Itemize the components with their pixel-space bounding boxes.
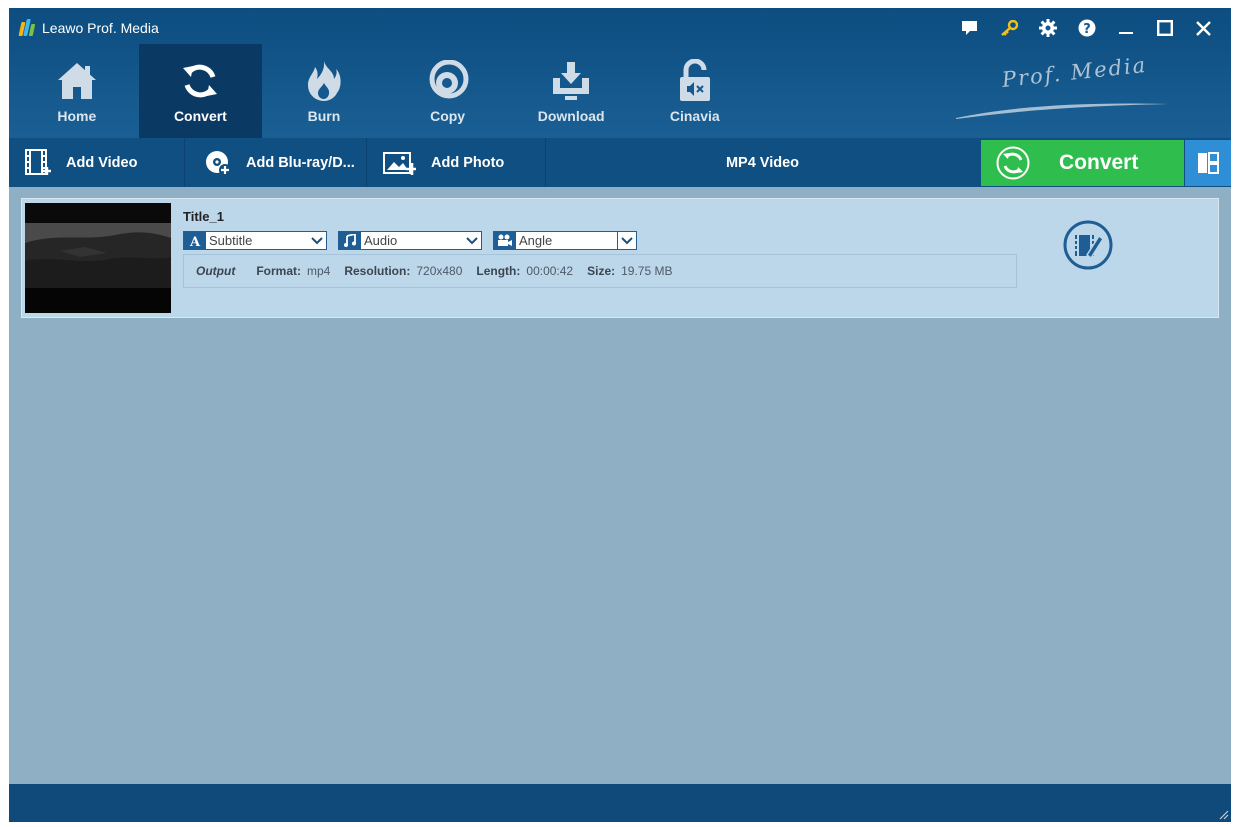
home-icon: [54, 58, 100, 104]
settings-gear-icon[interactable]: [1028, 14, 1067, 42]
svg-text:?: ?: [1083, 22, 1091, 37]
feedback-icon[interactable]: [950, 14, 989, 42]
resolution-key: Resolution:: [344, 264, 411, 278]
nav-copy[interactable]: Copy: [386, 44, 510, 138]
audio-select[interactable]: Audio: [338, 231, 482, 250]
minimize-icon[interactable]: [1106, 14, 1145, 42]
subtitle-select-value: Subtitle: [209, 233, 253, 248]
file-item[interactable]: Title_1 A Subtitle Audio Angle Output Fo…: [21, 198, 1219, 318]
brand-logo: Prof. Media: [954, 53, 1169, 128]
key-icon[interactable]: [989, 14, 1028, 42]
nav-convert-label: Convert: [173, 108, 227, 124]
format-value: mp4: [307, 264, 331, 278]
burn-icon: [304, 58, 344, 104]
status-bar: [9, 784, 1231, 822]
edit-video-icon: [1063, 220, 1113, 270]
resize-grip-icon[interactable]: [1217, 808, 1229, 820]
output-info: Output Format: mp4 Resolution: 720x480 L…: [183, 254, 1017, 288]
video-thumbnail[interactable]: [25, 203, 171, 313]
main-nav: Home Convert Burn Copy Download Cinavia: [15, 44, 757, 138]
convert-label: Convert: [1059, 151, 1139, 174]
add-photo-label: Add Photo: [431, 154, 505, 171]
add-disc-icon: [206, 150, 231, 176]
edit-video-button[interactable]: [1062, 219, 1114, 276]
angle-select[interactable]: Angle: [493, 231, 637, 250]
nav-cinavia-label: Cinavia: [669, 108, 720, 124]
layout-toggle-button[interactable]: [1185, 140, 1231, 186]
subtitle-select[interactable]: A Subtitle: [183, 231, 327, 250]
resolution-value: 720x480: [416, 264, 463, 278]
format-key: Format:: [256, 264, 301, 278]
subtitle-icon: A: [184, 232, 206, 249]
layout-icon: [1198, 152, 1219, 174]
add-bluray-button[interactable]: Add Blu-ray/D...: [204, 138, 355, 187]
angle-select-value: Angle: [519, 233, 553, 248]
header: Leawo Prof. Media ? Home Convert Burn Co…: [9, 8, 1231, 138]
chevron-down-icon: [462, 232, 481, 249]
file-title: Title_1: [183, 209, 224, 224]
cinavia-icon: [677, 58, 713, 104]
maximize-icon[interactable]: [1145, 14, 1184, 42]
nav-burn[interactable]: Burn: [262, 44, 386, 138]
length-key: Length:: [476, 264, 521, 278]
camera-icon: [494, 232, 516, 249]
convert-icon: [179, 58, 221, 104]
app-title-text: Leawo Prof. Media: [42, 20, 159, 36]
add-video-icon: [25, 149, 51, 175]
output-format-label: MP4 Video: [725, 154, 800, 171]
convert-refresh-icon: [996, 146, 1030, 180]
chevron-down-icon: [307, 232, 326, 249]
audio-select-value: Audio: [364, 233, 398, 248]
size-value: 19.75 MB: [621, 264, 673, 278]
add-bluray-label: Add Blu-ray/D...: [246, 154, 355, 171]
copy-icon: [427, 58, 469, 104]
nav-home[interactable]: Home: [15, 44, 139, 138]
nav-home-label: Home: [57, 108, 97, 124]
add-photo-button[interactable]: Add Photo: [383, 138, 504, 187]
app-title: Leawo Prof. Media: [18, 17, 159, 39]
convert-button[interactable]: Convert: [981, 140, 1184, 186]
close-icon[interactable]: [1184, 14, 1223, 42]
nav-download[interactable]: Download: [509, 44, 633, 138]
length-value: 00:00:42: [526, 264, 574, 278]
nav-download-label: Download: [537, 108, 605, 124]
nav-convert[interactable]: Convert: [138, 44, 263, 138]
brand-text: Prof. Media: [1000, 52, 1149, 92]
window-controls: ?: [950, 14, 1223, 42]
app-logo-icon: [18, 19, 37, 37]
app-window: Leawo Prof. Media ? Home Convert Burn Co…: [9, 8, 1231, 822]
add-photo-icon: [383, 151, 416, 175]
add-video-button[interactable]: Add Video: [25, 138, 137, 187]
size-key: Size:: [587, 264, 616, 278]
nav-burn-label: Burn: [307, 108, 341, 124]
svg-text:A: A: [189, 235, 201, 247]
brand-swoosh-icon: [956, 103, 1168, 119]
chevron-down-icon: [617, 232, 636, 249]
toolbar: Add Video Add Blu-ray/D... Add Photo MP4…: [9, 138, 1231, 187]
add-video-label: Add Video: [66, 154, 138, 171]
output-label: Output: [196, 264, 236, 278]
download-icon: [550, 58, 592, 104]
output-format-select[interactable]: MP4 Video: [545, 138, 980, 187]
audio-icon: [339, 232, 361, 249]
help-icon[interactable]: ?: [1067, 14, 1106, 42]
nav-copy-label: Copy: [430, 108, 466, 124]
nav-cinavia[interactable]: Cinavia: [633, 44, 757, 138]
